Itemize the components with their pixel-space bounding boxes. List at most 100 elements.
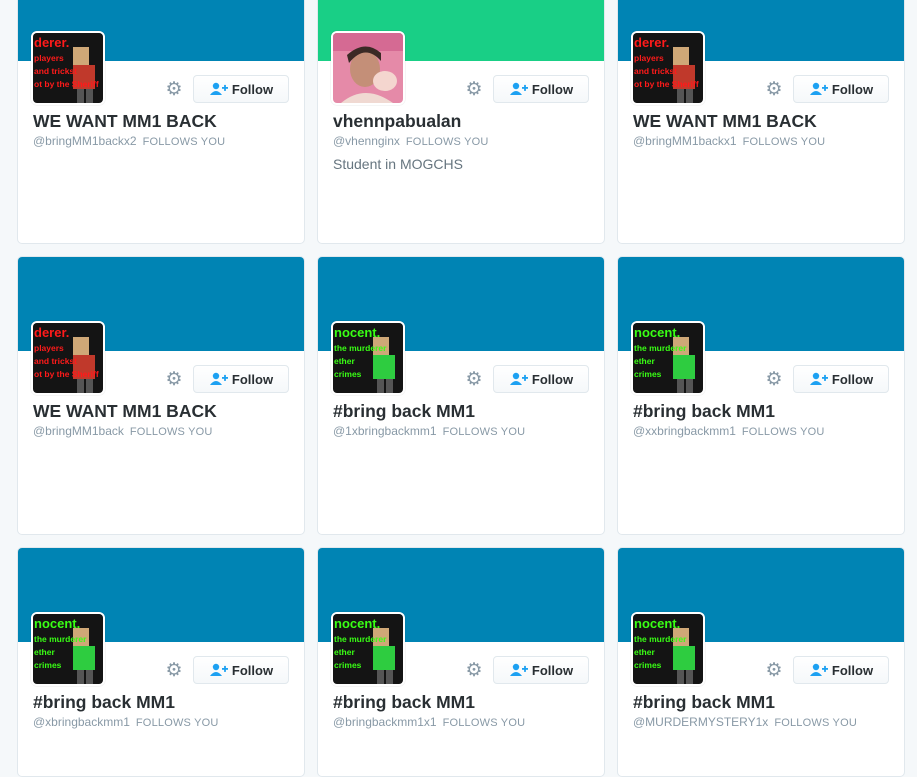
add-user-icon: [809, 372, 828, 385]
follow-button-label: Follow: [531, 371, 574, 387]
avatar[interactable]: [331, 31, 405, 105]
avatar[interactable]: nocent. the murderer ether crimes: [631, 612, 705, 686]
avatar-poster-text: and trickst: [34, 356, 77, 366]
avatar-poster-text: derer.: [34, 325, 69, 340]
screen-name[interactable]: @bringMM1backx2: [33, 134, 137, 148]
avatar-poster-text: and trickst: [34, 66, 77, 76]
handle-row: @vhennginx FOLLOWS YOU: [333, 134, 489, 148]
avatar[interactable]: derer. players and trickst ot by the Sherif…: [631, 31, 705, 105]
user-card[interactable]: derer. players and trickst ot by the Sherif…: [617, 0, 905, 244]
follow-button-label: Follow: [231, 371, 274, 387]
screen-name[interactable]: @xxbringbackmm1: [633, 424, 736, 438]
follows-you-badge: FOLLOWS YOU: [442, 717, 526, 729]
gear-icon[interactable]: ⚙: [764, 660, 784, 680]
display-name[interactable]: WE WANT MM1 BACK: [633, 111, 817, 132]
avatar[interactable]: nocent. the murderer ether crimes: [331, 321, 405, 395]
follow-button-label: Follow: [831, 662, 874, 678]
user-card[interactable]: nocent. the murderer ether crimes ⚙ Follow #br…: [617, 547, 905, 777]
avatar[interactable]: nocent. the murderer ether crimes: [331, 612, 405, 686]
avatar[interactable]: nocent. the murderer ether crimes: [31, 612, 105, 686]
follow-button[interactable]: Follow: [493, 656, 589, 684]
handle-row: @bringMM1backx1 FOLLOWS YOU: [633, 134, 825, 148]
avatar-poster-text: nocent.: [334, 325, 380, 340]
user-card-grid: derer. players and trickst ot by the Sherif…: [0, 0, 917, 777]
avatar-poster-text: nocent.: [34, 616, 80, 631]
follow-button[interactable]: Follow: [793, 75, 889, 103]
handle-row: @bringMM1backx2 FOLLOWS YOU: [33, 134, 225, 148]
avatar-poster-text: the murderer: [334, 634, 387, 644]
gear-icon[interactable]: ⚙: [464, 369, 484, 389]
user-card[interactable]: ⚙ Follow vhennpabualan @vhennginx FOLLOWS YO…: [317, 0, 605, 244]
avatar-poster-text: the murderer: [634, 634, 687, 644]
avatar-poster-text: ether: [634, 356, 655, 366]
avatar[interactable]: nocent. the murderer ether crimes: [631, 321, 705, 395]
add-user-icon: [509, 82, 528, 95]
avatar-poster-text: ether: [634, 647, 655, 657]
avatar-poster-text: crimes: [634, 369, 662, 379]
avatar-poster-text: nocent.: [634, 325, 680, 340]
avatar-poster-text: players: [34, 343, 64, 353]
screen-name[interactable]: @1xbringbackmm1: [333, 424, 437, 438]
follows-you-badge: FOLLOWS YOU: [442, 426, 526, 438]
user-card[interactable]: nocent. the murderer ether crimes ⚙ Follow #br…: [617, 256, 905, 535]
avatar-poster-text: ether: [334, 647, 355, 657]
add-user-icon: [209, 82, 228, 95]
display-name[interactable]: #bring back MM1: [633, 692, 775, 713]
avatar-poster-text: crimes: [334, 369, 362, 379]
gear-icon[interactable]: ⚙: [464, 79, 484, 99]
avatar-poster-text: the murderer: [334, 343, 387, 353]
bio: Student in MOGCHS: [333, 156, 463, 172]
user-card[interactable]: derer. players and trickst ot by the Sherif…: [17, 0, 305, 244]
follows-you-badge: FOLLOWS YOU: [741, 426, 825, 438]
screen-name[interactable]: @vhennginx: [333, 134, 400, 148]
avatar[interactable]: derer. players and trickst ot by the Sherif…: [31, 31, 105, 105]
handle-row: @xbringbackmm1 FOLLOWS YOU: [33, 715, 219, 729]
gear-icon[interactable]: ⚙: [164, 660, 184, 680]
avatar-poster-text: derer.: [34, 35, 69, 50]
display-name[interactable]: #bring back MM1: [33, 692, 175, 713]
screen-name[interactable]: @MURDERMYSTERY1x: [633, 715, 768, 729]
avatar-poster-text: nocent.: [634, 616, 680, 631]
display-name[interactable]: #bring back MM1: [633, 401, 775, 422]
gear-icon[interactable]: ⚙: [164, 369, 184, 389]
display-name[interactable]: #bring back MM1: [333, 401, 475, 422]
display-name[interactable]: WE WANT MM1 BACK: [33, 111, 217, 132]
screen-name[interactable]: @bringbackmm1x1: [333, 715, 437, 729]
follow-button[interactable]: Follow: [193, 656, 289, 684]
follow-button[interactable]: Follow: [793, 656, 889, 684]
avatar[interactable]: derer. players and trickst ot by the Sherif…: [31, 321, 105, 395]
gear-icon[interactable]: ⚙: [764, 79, 784, 99]
user-card[interactable]: nocent. the murderer ether crimes ⚙ Follow #br…: [17, 547, 305, 777]
user-card[interactable]: nocent. the murderer ether crimes ⚙ Follow #br…: [317, 547, 605, 777]
follows-you-badge: FOLLOWS YOU: [405, 136, 489, 148]
follow-button[interactable]: Follow: [193, 75, 289, 103]
user-card[interactable]: nocent. the murderer ether crimes ⚙ Follow #br…: [317, 256, 605, 535]
handle-row: @MURDERMYSTERY1x FOLLOWS YOU: [633, 715, 857, 729]
screen-name[interactable]: @bringMM1backx1: [633, 134, 737, 148]
avatar-poster-text: ot by the Sheriff: [34, 79, 99, 89]
avatar-poster-text: nocent.: [334, 616, 380, 631]
avatar-poster-text: the murderer: [634, 343, 687, 353]
avatar-poster-text: derer.: [634, 35, 669, 50]
display-name[interactable]: WE WANT MM1 BACK: [33, 401, 217, 422]
display-name[interactable]: #bring back MM1: [333, 692, 475, 713]
avatar-poster-text: the murderer: [34, 634, 87, 644]
follow-button[interactable]: Follow: [193, 365, 289, 393]
display-name[interactable]: vhennpabualan: [333, 111, 461, 132]
follow-button-label: Follow: [531, 662, 574, 678]
user-card[interactable]: derer. players and trickst ot by the Sherif…: [17, 256, 305, 535]
add-user-icon: [809, 82, 828, 95]
avatar-poster-text: ether: [334, 356, 355, 366]
follows-you-badge: FOLLOWS YOU: [774, 717, 857, 729]
follow-button[interactable]: Follow: [493, 75, 589, 103]
gear-icon[interactable]: ⚙: [464, 660, 484, 680]
follow-button[interactable]: Follow: [793, 365, 889, 393]
avatar-poster-text: ether: [34, 647, 55, 657]
screen-name[interactable]: @bringMM1back: [33, 424, 124, 438]
handle-row: @bringbackmm1x1 FOLLOWS YOU: [333, 715, 525, 729]
screen-name[interactable]: @xbringbackmm1: [33, 715, 130, 729]
avatar-poster-text: crimes: [34, 660, 62, 670]
gear-icon[interactable]: ⚙: [164, 79, 184, 99]
gear-icon[interactable]: ⚙: [764, 369, 784, 389]
follow-button[interactable]: Follow: [493, 365, 589, 393]
